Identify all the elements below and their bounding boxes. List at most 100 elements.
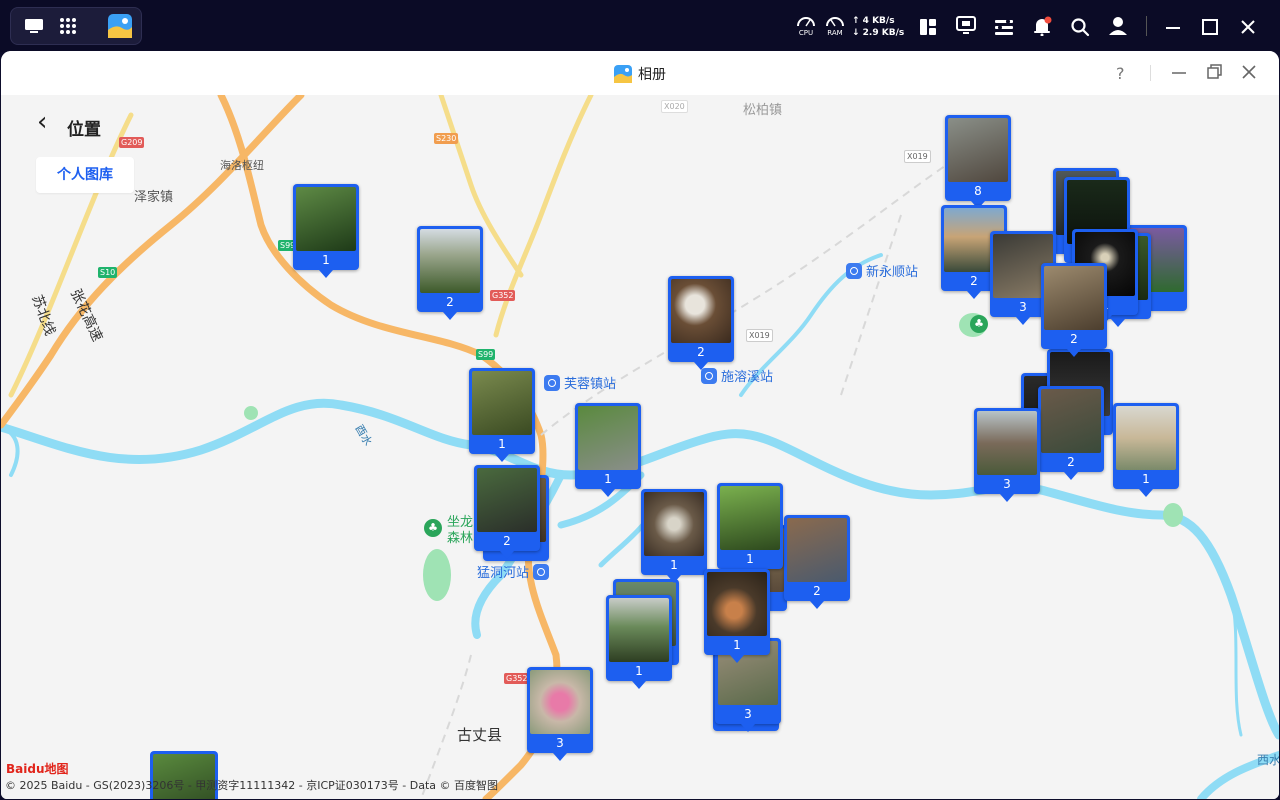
map-place-label: 坐龙森林 xyxy=(447,515,474,546)
photo-thumbnail xyxy=(420,229,480,293)
photo-pin[interactable]: 2 xyxy=(1038,386,1104,480)
user-icon[interactable] xyxy=(1107,15,1129,37)
station-name: 新永顺站 xyxy=(866,265,919,280)
photo-pin[interactable]: 3 xyxy=(527,667,593,761)
station-label[interactable]: 芙蓉镇站 xyxy=(544,373,616,392)
photo-pin[interactable]: 1 xyxy=(641,489,707,583)
baidu-logo-text: Baidu地图 xyxy=(6,762,69,776)
app-dock xyxy=(10,7,142,45)
photo-thumbnail xyxy=(644,492,704,556)
task-manager-icon[interactable] xyxy=(993,17,1015,37)
photo-count: 8 xyxy=(974,184,982,198)
close-icon[interactable] xyxy=(1238,17,1258,37)
pin-tail xyxy=(495,454,509,462)
photo-pin-card: 2 xyxy=(474,465,540,551)
close-icon xyxy=(1242,65,1256,79)
widgets-icon[interactable] xyxy=(918,17,938,37)
pin-tail xyxy=(1064,472,1078,480)
location-map[interactable]: 松柏镇 海洛枢纽 泽家镇 古丈县 酉水 张花高速 苏北线 坐龙森林 西水 G20… xyxy=(1,95,1279,799)
personal-library-button[interactable]: 个人图库 xyxy=(36,157,134,193)
station-label[interactable]: 新永顺站 xyxy=(846,261,918,280)
photo-count: 2 xyxy=(813,584,821,598)
desktop-icon[interactable] xyxy=(23,16,45,36)
station-label[interactable]: 施溶溪站 xyxy=(701,366,773,385)
pin-tail xyxy=(1000,494,1014,502)
pin-tail xyxy=(632,681,646,689)
pin-tail xyxy=(741,724,755,732)
photo-pin[interactable]: 1 xyxy=(293,184,359,278)
photo-thumbnail xyxy=(296,187,356,251)
help-button[interactable]: ? xyxy=(1116,64,1125,83)
minimize-icon[interactable] xyxy=(1163,17,1183,37)
photo-pin[interactable]: 2 xyxy=(1041,263,1107,357)
window-minimize-button[interactable] xyxy=(1170,63,1188,85)
photo-thumbnail xyxy=(1116,406,1176,470)
photo-pin[interactable]: 1 xyxy=(1113,403,1179,497)
window-close-button[interactable] xyxy=(1240,63,1258,85)
page-title: 位置 xyxy=(67,120,101,140)
road-shield: S10 xyxy=(98,267,118,278)
photo-pin[interactable]: 1 xyxy=(575,403,641,497)
photo-count: 1 xyxy=(746,552,754,566)
photo-pin-card: 3 xyxy=(974,408,1040,494)
pin-tail xyxy=(443,312,457,320)
window-title-wrap: 相册 xyxy=(1,64,1279,87)
photo-thumbnail xyxy=(787,518,847,582)
back-button[interactable]: ‹ xyxy=(37,107,47,137)
station-label[interactable]: 猛洞河站 xyxy=(477,562,550,581)
photo-pin-card: 2 xyxy=(784,515,850,601)
photo-count: 1 xyxy=(322,253,330,267)
photo-thumbnail xyxy=(472,371,532,435)
photo-thumbnail xyxy=(977,411,1037,475)
photo-pin[interactable]: 2 xyxy=(417,226,483,320)
notification-bell-icon[interactable] xyxy=(1031,15,1053,37)
photo-pin[interactable]: 2 xyxy=(668,276,734,370)
photo-pin[interactable]: 2 xyxy=(784,515,850,609)
station-name: 猛洞河站 xyxy=(477,566,530,581)
photo-pin[interactable]: 1 xyxy=(717,483,783,577)
map-place-label: 海洛枢纽 xyxy=(220,159,264,172)
taskbar-divider xyxy=(1146,16,1147,36)
photo-pin-card: 1 xyxy=(641,489,707,575)
photo-pin[interactable]: 8 xyxy=(945,115,1011,209)
ram-gauge-icon xyxy=(824,14,846,28)
maximize-icon[interactable] xyxy=(1200,17,1220,37)
photo-count: 1 xyxy=(670,558,678,572)
photo-count: 1 xyxy=(498,437,506,451)
photo-count: 2 xyxy=(503,534,511,548)
pin-tail xyxy=(810,601,824,609)
monitor-icon[interactable] xyxy=(955,16,977,36)
photo-pin[interactable]: 1 xyxy=(704,569,770,663)
photo-pin-card: 2 xyxy=(668,276,734,362)
photo-pin[interactable]: 3 xyxy=(974,408,1040,502)
photo-pin-card: 2 xyxy=(1041,263,1107,349)
photo-pin[interactable]: 1 xyxy=(469,368,535,462)
app-grid-icon[interactable] xyxy=(57,16,79,36)
photo-pin[interactable]: 1 xyxy=(606,595,672,689)
search-icon[interactable] xyxy=(1069,16,1091,38)
photo-count: 3 xyxy=(1003,477,1011,491)
pin-tail xyxy=(730,655,744,663)
road-shield: S99 xyxy=(476,349,496,360)
road-shield: S230 xyxy=(434,133,459,144)
photo-thumbnail xyxy=(477,468,537,532)
pin-tail xyxy=(319,270,333,278)
photo-pin-card: 2 xyxy=(417,226,483,312)
photo-pin-card: 1 xyxy=(717,483,783,569)
pin-tail xyxy=(601,489,615,497)
photo-pin[interactable]: 2 xyxy=(474,465,540,559)
window-restore-button[interactable] xyxy=(1205,63,1223,85)
photo-thumbnail xyxy=(720,486,780,550)
network-speed: ↑ 4 KB/s ↓ 2.9 KB/s xyxy=(852,15,904,39)
photos-window: 相册 ? 松柏镇 海洛枢纽 泽家镇 古丈县 酉水 张花高速 苏北线 坐龙森林 西… xyxy=(1,51,1279,799)
photo-count: 1 xyxy=(1142,472,1150,486)
photo-count: 1 xyxy=(733,638,741,652)
minimize-icon xyxy=(1172,72,1186,74)
train-station-icon xyxy=(846,262,862,279)
road-shield: X019 xyxy=(904,150,931,163)
window-titlebar: 相册 ? xyxy=(1,51,1279,96)
pin-tail xyxy=(967,291,981,299)
park-marker-icon: ♣ xyxy=(424,519,442,537)
pin-tail xyxy=(1139,489,1153,497)
photos-app-icon[interactable] xyxy=(107,13,133,39)
